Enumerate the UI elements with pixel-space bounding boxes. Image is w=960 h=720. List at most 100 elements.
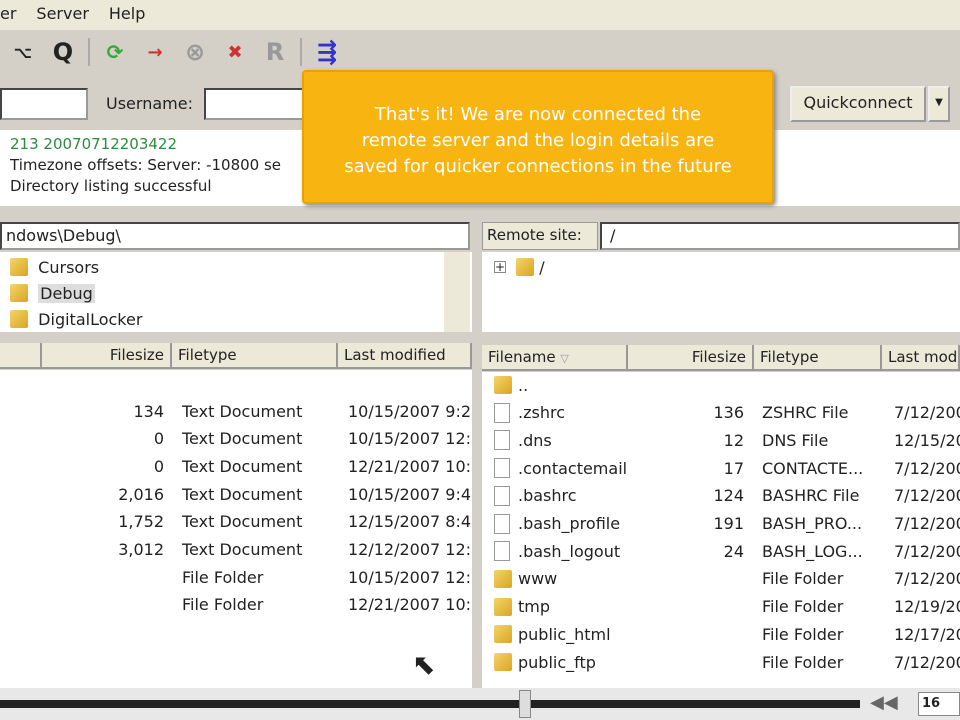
last-modified: 7/12/200 (894, 486, 960, 506)
tree-item-selected[interactable]: Debug (10, 280, 95, 306)
col-last-modified[interactable]: Last modified (338, 343, 472, 367)
file-row[interactable]: 134 Text Document 10/15/2007 9:2 (0, 398, 472, 424)
tree-scrollbar[interactable] (444, 252, 470, 332)
seek-handle[interactable] (518, 690, 531, 718)
file-row[interactable]: .bash_profile 191 BASH_PRO... 7/12/200 (482, 511, 960, 537)
time-display: 16 (918, 692, 960, 716)
last-modified: 10/15/2007 12: (348, 429, 472, 449)
col-last-modified[interactable]: Last mod (882, 345, 960, 369)
last-modified: 7/12/200 (894, 541, 960, 561)
file-row[interactable]: .bash_logout 24 BASH_LOG... 7/12/200 (482, 538, 960, 564)
filetype: Text Document (182, 484, 303, 504)
remote-file-list: .. .zshrc 136 ZSHRC File 7/12/200 .dns 12 DNS F… (482, 372, 960, 688)
remote-path-input[interactable]: / (600, 222, 960, 250)
remote-list-header: Filename ▽ Filesize Filetype Last mod (482, 345, 960, 371)
file-row[interactable]: tmp File Folder 12/19/20 (482, 594, 960, 620)
video-player-bar: ◀◀ 16 (0, 688, 960, 720)
file-row[interactable]: 0 Text Document 12/21/2007 10: (0, 453, 472, 479)
filetype: File Folder (762, 597, 844, 617)
col-filesize[interactable]: Filesize (42, 343, 172, 367)
tree-item[interactable]: Cursors (10, 254, 99, 280)
filetype: File Folder (182, 567, 264, 587)
file-row[interactable]: public_html File Folder 12/17/20 (482, 621, 960, 647)
last-modified: 10/15/2007 9:4 (348, 484, 472, 504)
col-filesize[interactable]: Filesize (628, 345, 754, 369)
file-row[interactable]: File Folder 10/15/2007 12: (0, 564, 472, 590)
queue-icon[interactable]: Q (48, 37, 78, 67)
tree-item[interactable]: + / (494, 254, 545, 280)
filetype: Text Document (182, 401, 303, 421)
local-path-input[interactable]: ndows\Debug\ (0, 222, 470, 250)
file-row[interactable]: 2,016 Text Document 10/15/2007 9:4 (0, 481, 472, 507)
filetype: CONTACTE... (762, 458, 864, 478)
filetype: File Folder (762, 569, 844, 589)
filetype: File Folder (182, 595, 264, 615)
file-row[interactable]: public_ftp File Folder 7/12/200 (482, 649, 960, 675)
file-row[interactable]: www File Folder 7/12/200 (482, 566, 960, 592)
compare-icon[interactable]: ⇶ (312, 37, 342, 67)
filesize: 124 (713, 486, 744, 506)
filesize: 136 (713, 403, 744, 423)
folder-icon (494, 376, 512, 394)
filesize: 17 (723, 458, 744, 478)
col-filetype[interactable]: Filetype (172, 343, 338, 367)
col-filename[interactable]: Filename ▽ (482, 345, 628, 369)
filetype: File Folder (762, 624, 844, 644)
file-row[interactable]: 3,012 Text Document 12/12/2007 12: (0, 537, 472, 563)
menu-item-server[interactable]: Server (36, 4, 88, 30)
splitter[interactable] (474, 215, 482, 688)
col-filetype[interactable]: Filetype (754, 345, 882, 369)
menu-item-file[interactable]: er (0, 4, 16, 30)
callout-line: remote server and the login details are (361, 130, 715, 151)
col-label: Filename (488, 348, 556, 366)
callout-line: That's it! We are now connected the (374, 104, 702, 125)
quickconnect-dropdown-icon[interactable]: ▼ (928, 86, 950, 122)
last-modified: 10/15/2007 12: (348, 567, 472, 587)
filename: public_ftp (518, 652, 596, 672)
folder-icon (10, 258, 28, 276)
filetype: BASH_PRO... (762, 514, 863, 533)
remote-path-text: / (610, 226, 616, 245)
quickconnect-button[interactable]: Quickconnect (790, 86, 926, 122)
file-row[interactable]: 0 Text Document 10/15/2007 12: (0, 426, 472, 452)
disconnect-icon[interactable]: ✖ (220, 37, 250, 67)
tree-item[interactable]: DigitalLocker (10, 306, 142, 332)
file-row[interactable]: .bashrc 124 BASHRC File 7/12/200 (482, 483, 960, 509)
refresh-icon[interactable]: ⟳ (100, 37, 130, 67)
file-row[interactable]: .dns 12 DNS File 12/15/20 (482, 427, 960, 453)
folder-icon (516, 258, 535, 276)
rewind-icon[interactable]: ◀◀ (870, 692, 898, 713)
remote-site-label: Remote site: (482, 222, 598, 250)
last-modified: 7/12/200 (894, 569, 960, 589)
filetype: Text Document (182, 429, 303, 449)
last-modified: 12/19/20 (894, 597, 960, 617)
expand-icon[interactable]: + (494, 261, 506, 273)
cancel-icon[interactable]: ⊗ (180, 37, 210, 67)
menu-item-help[interactable]: Help (109, 4, 145, 30)
filesize: 191 (713, 514, 744, 533)
filesize: 0 (153, 429, 164, 449)
file-row[interactable]: File Folder 12/21/2007 10: (0, 592, 472, 618)
filesize: 134 (133, 401, 164, 421)
filetype: Text Document (182, 540, 303, 559)
col-filename[interactable] (0, 343, 42, 367)
process-queue-icon[interactable]: → (140, 37, 170, 67)
reconnect-icon[interactable]: R (260, 37, 290, 67)
folder-icon (494, 569, 512, 588)
last-modified: 7/12/200 (894, 403, 960, 423)
filename: www (518, 569, 558, 589)
folder-icon (10, 310, 28, 328)
host-input[interactable] (0, 88, 88, 120)
last-modified: 12/15/20 (894, 430, 960, 450)
filetype: Text Document (182, 456, 303, 476)
filesize: 12 (723, 430, 744, 450)
file-row[interactable]: .contactemail 17 CONTACTE... 7/12/200 (482, 455, 960, 481)
file-row[interactable]: .. (482, 372, 960, 398)
file-row[interactable]: .zshrc 136 ZSHRC File 7/12/200 (482, 400, 960, 426)
filename: public_html (518, 624, 611, 644)
last-modified: 7/12/200 (894, 458, 960, 478)
file-row[interactable]: 1,752 Text Document 12/15/2007 8:4 (0, 509, 472, 535)
local-file-list: 134 Text Document 10/15/2007 9:2 0 Text Docu… (0, 370, 472, 688)
seek-track[interactable] (0, 700, 860, 708)
toggle-tree-icon[interactable]: ⌥ (8, 37, 38, 67)
